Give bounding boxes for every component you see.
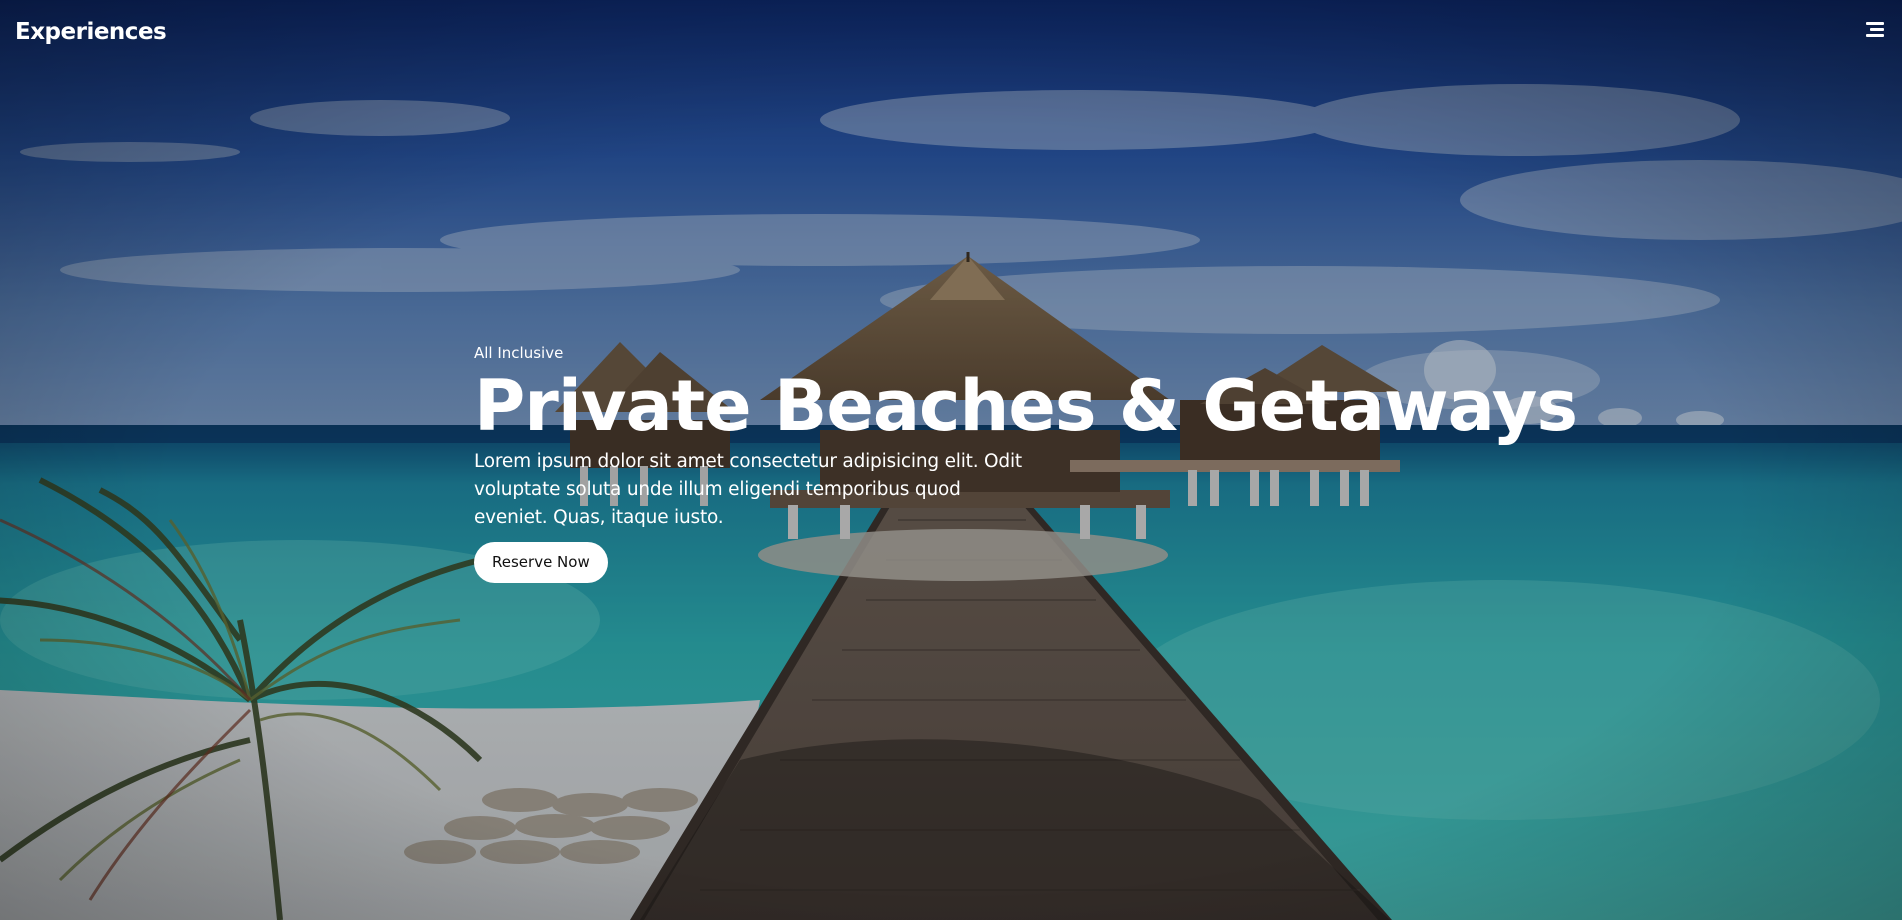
menu-line (1866, 22, 1884, 25)
hero-headline: Private Beaches & Getaways (474, 365, 1578, 447)
hero-eyebrow: All Inclusive (474, 344, 564, 362)
hero-description: Lorem ipsum dolor sit amet consectetur a… (474, 451, 1022, 528)
hero-content: All Inclusive Private Beaches & Getaways… (474, 342, 1578, 583)
menu-line (1866, 34, 1884, 37)
hero-section: Experiences All Inclusive Private Beache… (0, 0, 1902, 920)
reserve-now-button[interactable]: Reserve Now (474, 542, 608, 583)
menu-line (1870, 28, 1884, 31)
hamburger-menu-icon[interactable] (1862, 20, 1884, 40)
top-navigation-bar: Experiences (0, 0, 1902, 64)
brand-logo-text[interactable]: Experiences (15, 18, 167, 46)
